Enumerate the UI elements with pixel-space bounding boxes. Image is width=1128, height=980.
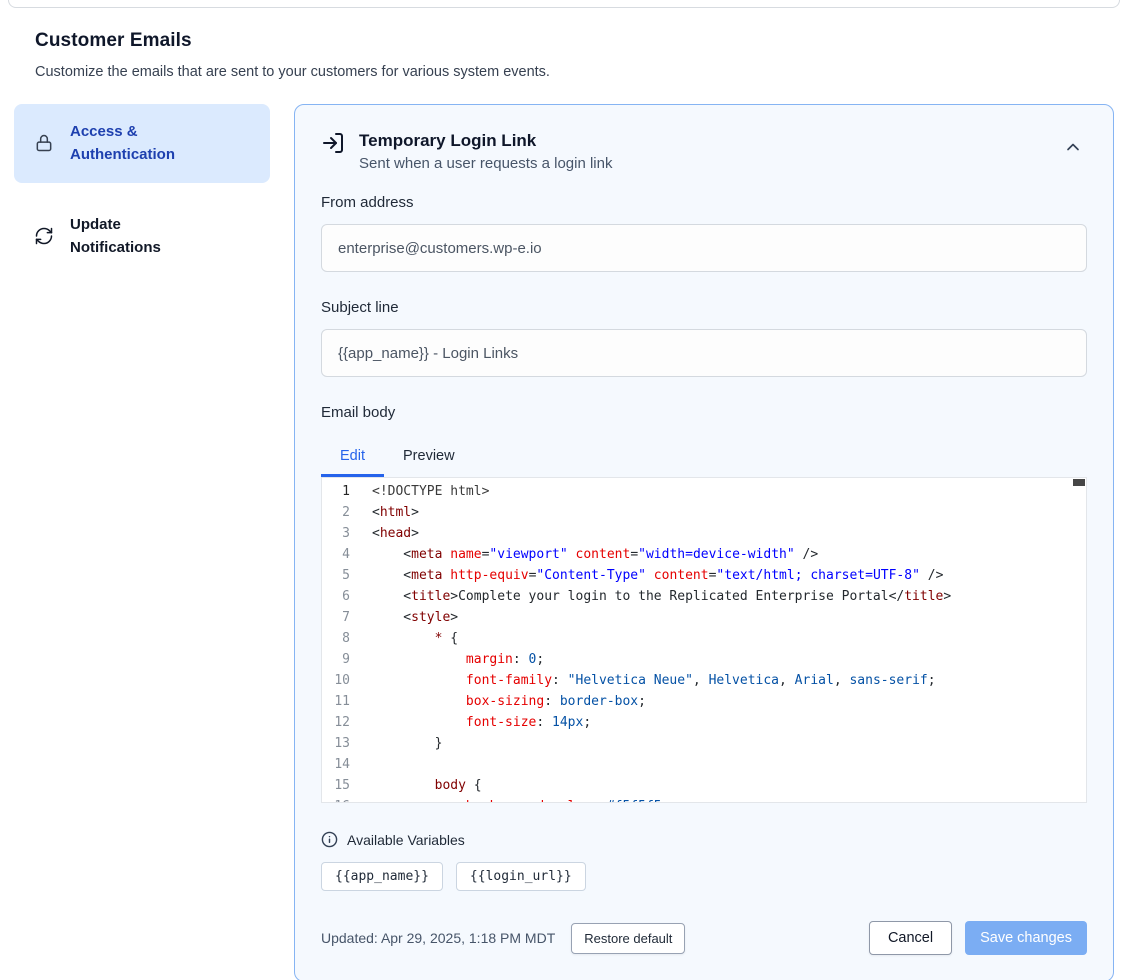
code-text: box-sizing: border-box; xyxy=(350,691,646,712)
page-description: Customize the emails that are sent to yo… xyxy=(35,64,1114,80)
chevron-up-icon xyxy=(1063,137,1083,160)
variable-chip[interactable]: {{app_name}} xyxy=(321,862,443,891)
line-number: 15 xyxy=(322,775,350,796)
line-number: 1 xyxy=(322,481,350,502)
from-address-label: From address xyxy=(321,194,1087,211)
top-card-edge xyxy=(8,0,1120,8)
code-text: body { xyxy=(350,775,482,796)
line-number: 6 xyxy=(322,586,350,607)
code-text: <title>Complete your login to the Replic… xyxy=(350,586,951,607)
code-line[interactable]: 6 <title>Complete your login to the Repl… xyxy=(322,586,1086,607)
panel-title: Temporary Login Link xyxy=(359,131,612,151)
from-address-input[interactable] xyxy=(321,224,1087,272)
line-number: 10 xyxy=(322,670,350,691)
tab-edit[interactable]: Edit xyxy=(321,437,384,477)
lock-icon xyxy=(34,133,54,153)
code-line[interactable]: 15 body { xyxy=(322,775,1086,796)
line-number: 9 xyxy=(322,649,350,670)
editor-tabs: EditPreview xyxy=(321,437,1087,477)
line-number: 16 xyxy=(322,796,350,803)
code-line[interactable]: 16 background-color: #f5f5f5; xyxy=(322,796,1086,803)
code-text: <head> xyxy=(350,523,419,544)
code-text: <style> xyxy=(350,607,458,628)
collapse-panel-button[interactable] xyxy=(1063,137,1083,160)
email-body-label: Email body xyxy=(321,404,1087,421)
panel-header-text: Temporary Login Link Sent when a user re… xyxy=(359,131,612,172)
code-text: * { xyxy=(350,628,458,649)
code-text xyxy=(350,754,372,775)
tab-preview[interactable]: Preview xyxy=(384,437,474,477)
code-line[interactable]: 9 margin: 0; xyxy=(322,649,1086,670)
updated-timestamp: Updated: Apr 29, 2025, 1:18 PM MDT xyxy=(321,930,555,946)
sidebar-item-label: Access & Authentication xyxy=(70,120,202,167)
code-text: <meta http-equiv="Content-Type" content=… xyxy=(350,565,943,586)
line-number: 3 xyxy=(322,523,350,544)
login-icon xyxy=(321,131,345,155)
code-line[interactable]: 7 <style> xyxy=(322,607,1086,628)
restore-default-button[interactable]: Restore default xyxy=(571,923,685,954)
subject-line-input[interactable] xyxy=(321,329,1087,377)
code-text: } xyxy=(350,733,442,754)
code-text: <!DOCTYPE html> xyxy=(350,481,489,502)
line-number: 11 xyxy=(322,691,350,712)
code-line[interactable]: 3<head> xyxy=(322,523,1086,544)
code-line[interactable]: 13 } xyxy=(322,733,1086,754)
panel-subtitle: Sent when a user requests a login link xyxy=(359,155,612,172)
subject-line-label: Subject line xyxy=(321,299,1087,316)
editor-scrollbar[interactable] xyxy=(1073,479,1085,486)
code-editor[interactable]: 1<!DOCTYPE html>2<html>3<head>4 <meta na… xyxy=(321,477,1087,803)
cancel-button[interactable]: Cancel xyxy=(869,921,952,955)
code-line[interactable]: 8 * { xyxy=(322,628,1086,649)
sidebar-item-update-notifications[interactable]: Update Notifications xyxy=(14,197,270,276)
code-line[interactable]: 10 font-family: "Helvetica Neue", Helvet… xyxy=(322,670,1086,691)
code-line[interactable]: 5 <meta http-equiv="Content-Type" conten… xyxy=(322,565,1086,586)
code-line[interactable]: 11 box-sizing: border-box; xyxy=(322,691,1086,712)
code-text: <meta name="viewport" content="width=dev… xyxy=(350,544,818,565)
line-number: 4 xyxy=(322,544,350,565)
page-title: Customer Emails xyxy=(35,30,1114,52)
sidebar: Access & Authentication Update Notificati… xyxy=(14,104,270,275)
line-number: 2 xyxy=(322,502,350,523)
code-lines: 1<!DOCTYPE html>2<html>3<head>4 <meta na… xyxy=(322,481,1086,803)
variable-chip[interactable]: {{login_url}} xyxy=(456,862,586,891)
customer-emails-page: Customer Emails Customize the emails tha… xyxy=(0,0,1128,980)
temporary-login-link-panel: Temporary Login Link Sent when a user re… xyxy=(294,104,1114,980)
variable-chips: {{app_name}} {{login_url}} xyxy=(321,862,1087,891)
code-line[interactable]: 12 font-size: 14px; xyxy=(322,712,1086,733)
line-number: 7 xyxy=(322,607,350,628)
line-number: 13 xyxy=(322,733,350,754)
code-text: margin: 0; xyxy=(350,649,544,670)
save-changes-button[interactable]: Save changes xyxy=(965,921,1087,955)
panel-header: Temporary Login Link Sent when a user re… xyxy=(321,131,1087,172)
sidebar-item-access-authentication[interactable]: Access & Authentication xyxy=(14,104,270,183)
line-number: 12 xyxy=(322,712,350,733)
line-number: 5 xyxy=(322,565,350,586)
code-line[interactable]: 4 <meta name="viewport" content="width=d… xyxy=(322,544,1086,565)
code-text: background-color: #f5f5f5; xyxy=(350,796,669,803)
line-number: 14 xyxy=(322,754,350,775)
panel-footer: Updated: Apr 29, 2025, 1:18 PM MDT Resto… xyxy=(321,921,1087,955)
code-line[interactable]: 14 xyxy=(322,754,1086,775)
line-number: 8 xyxy=(322,628,350,649)
available-variables-row: Available Variables xyxy=(321,831,1087,848)
code-line[interactable]: 1<!DOCTYPE html> xyxy=(322,481,1086,502)
code-text: font-family: "Helvetica Neue", Helvetica… xyxy=(350,670,936,691)
main-layout: Access & Authentication Update Notificati… xyxy=(14,104,1114,980)
sidebar-item-label: Update Notifications xyxy=(70,213,202,260)
available-variables-label: Available Variables xyxy=(347,832,465,848)
code-text: <html> xyxy=(350,502,419,523)
info-icon xyxy=(321,831,338,848)
sync-icon xyxy=(34,226,54,246)
code-line[interactable]: 2<html> xyxy=(322,502,1086,523)
code-text: font-size: 14px; xyxy=(350,712,591,733)
